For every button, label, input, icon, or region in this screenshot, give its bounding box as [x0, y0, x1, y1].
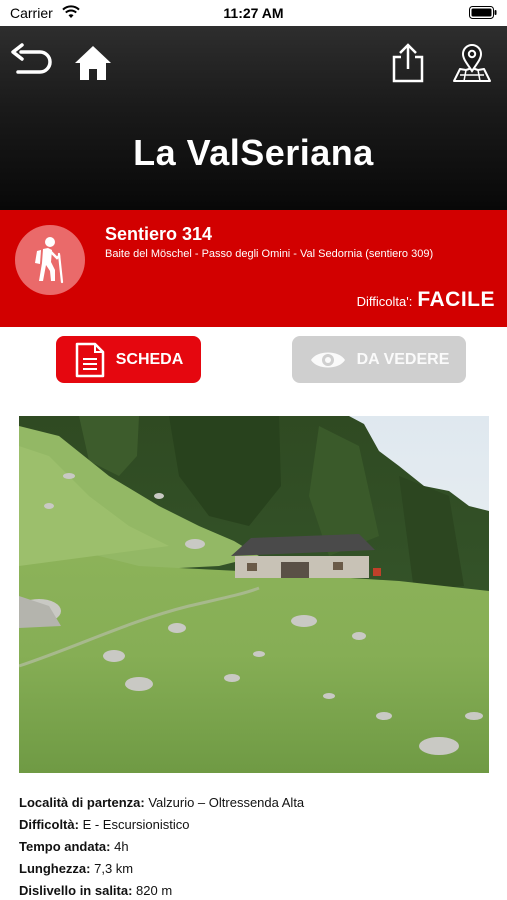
hiker-icon	[35, 237, 64, 284]
detail-value: Valzurio – Oltressenda Alta	[144, 795, 305, 810]
app-title: La ValSeriana	[133, 132, 374, 173]
detail-value: 820 m	[132, 883, 173, 898]
document-icon	[75, 342, 104, 377]
detail-label: Dislivello in salita:	[19, 883, 133, 898]
trail-avatar	[15, 225, 85, 295]
status-bar: Carrier 11:27 AM	[0, 0, 507, 26]
detail-label: Difficoltà:	[19, 817, 79, 832]
photo-landscape	[19, 416, 489, 773]
home-icon	[75, 46, 111, 80]
detail-row: Tempo andata: 4h	[19, 836, 489, 858]
tab-da-vedere[interactable]: DA VEDERE	[292, 336, 466, 383]
app-header: La ValSeriana	[0, 26, 507, 210]
detail-row: Lunghezza: 7,3 km	[19, 858, 489, 880]
detail-row: Località di partenza: Valzurio – Oltress…	[19, 792, 489, 814]
trail-route: Baite del Möschel - Passo degli Omini - …	[105, 248, 434, 260]
tab-scheda[interactable]: SCHEDA	[56, 336, 201, 383]
home-button[interactable]	[70, 40, 116, 86]
difficulty-label: Difficolta':	[356, 294, 413, 309]
detail-value: 4h	[110, 839, 129, 854]
eye-icon	[310, 352, 345, 367]
trail-banner: Sentiero 314 Baite del Möschel - Passo d…	[0, 210, 507, 327]
detail-row: Dislivello in salita: 820 m	[19, 880, 489, 900]
tab-da-vedere-label: DA VEDERE	[356, 350, 450, 368]
clock: 11:27 AM	[223, 5, 284, 21]
tab-scheda-label: SCHEDA	[115, 350, 184, 368]
detail-row: Difficoltà: E - Escursionistico	[19, 814, 489, 836]
map-button[interactable]	[449, 40, 495, 86]
trail-photo	[19, 416, 489, 773]
difficulty-value: FACILE	[417, 288, 495, 311]
share-button[interactable]	[385, 40, 431, 86]
detail-label: Tempo andata:	[19, 839, 111, 854]
difficulty-indicator: Difficolta': FACILE	[357, 288, 495, 312]
trail-details: Località di partenza: Valzurio – Oltress…	[19, 792, 489, 900]
detail-label: Località di partenza:	[19, 795, 145, 810]
detail-value: E - Escursionistico	[78, 817, 190, 832]
trail-name: Sentiero 314	[105, 224, 213, 244]
share-icon	[392, 43, 424, 83]
detail-value: 7,3 km	[90, 861, 134, 876]
back-button[interactable]	[8, 40, 54, 86]
battery-icon	[469, 6, 497, 19]
detail-label: Lunghezza:	[19, 861, 91, 876]
map-pin-icon	[453, 44, 491, 82]
back-arrow-icon	[11, 43, 52, 74]
